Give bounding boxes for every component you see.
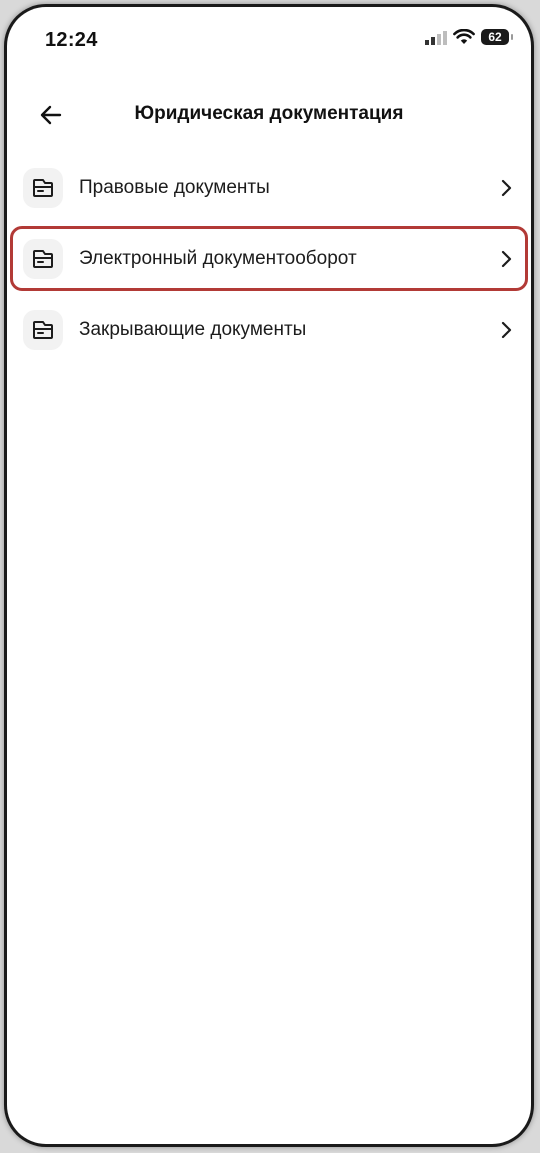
menu-item-closing-documents[interactable]: Закрывающие документы (7, 294, 531, 365)
document-folder-icon-container (23, 309, 63, 350)
document-folder-icon-container (23, 167, 63, 208)
menu-item-legal-documents[interactable]: Правовые документы (7, 152, 531, 223)
status-icons: 62 (425, 29, 513, 45)
menu-list: Правовые документы Электронный документо… (7, 152, 531, 365)
phone-frame: 12:24 62 Юридическая документация Правов… (4, 4, 534, 1147)
menu-item-electronic-document-flow[interactable]: Электронный документооборот (7, 223, 531, 294)
menu-item-label: Закрывающие документы (79, 318, 307, 340)
status-bar: 12:24 62 (7, 7, 531, 69)
page-title: Юридическая документация (134, 103, 404, 124)
document-folder-icon (33, 249, 53, 268)
screen: 12:24 62 Юридическая документация Правов… (7, 7, 531, 1144)
header: Юридическая документация (7, 87, 531, 143)
status-time: 12:24 (45, 29, 98, 51)
chevron-right-icon (499, 249, 513, 269)
chevron-right-icon (499, 320, 513, 340)
document-folder-icon (33, 178, 53, 197)
battery-level: 62 (488, 30, 502, 44)
battery-icon: 62 (481, 29, 513, 45)
wifi-icon (453, 29, 475, 44)
document-folder-icon (33, 320, 53, 339)
signal-icon (425, 29, 447, 45)
chevron-right-icon (499, 178, 513, 198)
document-folder-icon-container (23, 238, 63, 279)
menu-item-label: Правовые документы (79, 176, 270, 198)
menu-item-label: Электронный документооборот (79, 247, 357, 269)
